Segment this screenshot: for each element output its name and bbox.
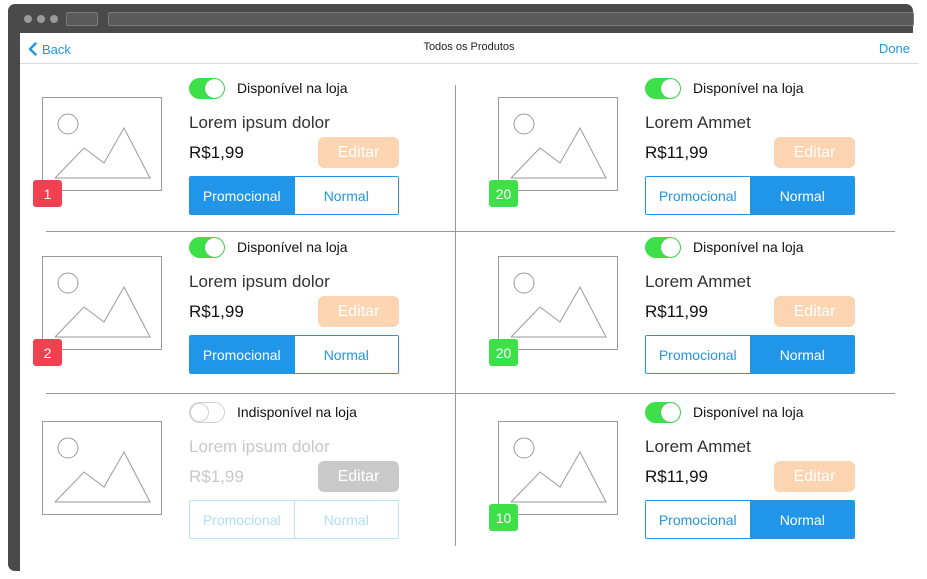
edit-button[interactable]: Editar — [774, 137, 855, 168]
stock-badge: 20 — [489, 339, 518, 366]
segment-normal[interactable]: Normal — [293, 177, 398, 214]
done-button[interactable]: Done — [879, 41, 910, 56]
product-price: R$1,99 — [189, 467, 244, 486]
toggle-switch[interactable] — [645, 401, 681, 423]
segment-normal[interactable]: Normal — [749, 501, 854, 538]
toggle-knob — [661, 402, 680, 422]
image-placeholder-icon — [42, 256, 162, 350]
toggle-knob — [190, 402, 209, 422]
edit-button[interactable]: Editar — [318, 296, 399, 327]
segment-promocional[interactable]: Promocional — [190, 501, 294, 538]
availability-toggle[interactable]: Disponível na loja — [189, 77, 348, 99]
toggle-switch[interactable] — [645, 77, 681, 99]
column-divider — [455, 85, 456, 546]
toggle-switch[interactable] — [189, 77, 225, 99]
price-type-segmented-control: Promocional Normal — [189, 335, 399, 374]
image-placeholder-icon — [498, 256, 618, 350]
product-card-5: Indisponível na loja Lorem ipsum dolor R… — [32, 401, 452, 556]
browser-tab[interactable] — [66, 12, 98, 26]
toggle-knob — [661, 237, 680, 257]
product-card-2: 20 Disponível na loja Lorem Ammet R$11,9… — [488, 77, 908, 232]
product-price: R$1,99 — [189, 143, 244, 162]
availability-toggle[interactable]: Indisponível na loja — [189, 401, 357, 423]
edit-button[interactable]: Editar — [774, 296, 855, 327]
product-card-1: 1 Disponível na loja Lorem ipsum dolor R… — [32, 77, 452, 232]
segment-normal[interactable]: Normal — [293, 336, 398, 373]
price-type-segmented-control: Promocional Normal — [645, 176, 855, 215]
availability-label: Disponível na loja — [237, 239, 348, 255]
availability-label: Disponível na loja — [693, 239, 804, 255]
window-maximize-dot[interactable] — [50, 15, 58, 23]
availability-toggle[interactable]: Disponível na loja — [645, 236, 804, 258]
product-name: Lorem ipsum dolor — [189, 272, 330, 291]
image-placeholder-icon — [42, 97, 162, 191]
product-card-3: 2 Disponível na loja Lorem ipsum dolor R… — [32, 236, 452, 391]
edit-button[interactable]: Editar — [774, 461, 855, 492]
stock-badge: 20 — [489, 180, 518, 207]
price-type-segmented-control: Promocional Normal — [645, 500, 855, 539]
window-minimize-dot[interactable] — [37, 15, 45, 23]
segment-promocional[interactable]: Promocional — [646, 336, 750, 373]
price-type-segmented-control: Promocional Normal — [189, 176, 399, 215]
availability-toggle[interactable]: Disponível na loja — [189, 236, 348, 258]
edit-button[interactable]: Editar — [318, 461, 399, 492]
price-type-segmented-control: Promocional Normal — [645, 335, 855, 374]
toggle-switch[interactable] — [189, 236, 225, 258]
segment-normal[interactable]: Normal — [749, 177, 854, 214]
product-price: R$11,99 — [645, 143, 709, 162]
image-placeholder-icon — [42, 421, 162, 515]
availability-toggle[interactable]: Disponível na loja — [645, 77, 804, 99]
segment-promocional[interactable]: Promocional — [646, 177, 750, 214]
product-name: Lorem ipsum dolor — [189, 113, 330, 132]
product-price: R$11,99 — [645, 302, 709, 321]
product-name: Lorem ipsum dolor — [189, 437, 330, 456]
window-close-dot[interactable] — [24, 15, 32, 23]
page-title: Todos os Produtos — [423, 41, 515, 53]
toggle-switch[interactable] — [645, 236, 681, 258]
toggle-knob — [205, 237, 224, 257]
availability-toggle[interactable]: Disponível na loja — [645, 401, 804, 423]
segment-normal[interactable]: Normal — [293, 501, 398, 538]
product-card-4: 20 Disponível na loja Lorem Ammet R$11,9… — [488, 236, 908, 391]
toggle-switch[interactable] — [189, 401, 225, 423]
product-price: R$11,99 — [645, 467, 709, 486]
segment-promocional[interactable]: Promocional — [190, 177, 294, 214]
product-name: Lorem Ammet — [645, 113, 751, 132]
segment-promocional[interactable]: Promocional — [646, 501, 750, 538]
price-type-segmented-control: Promocional Normal — [189, 500, 399, 539]
image-placeholder-icon — [498, 421, 618, 515]
edit-button[interactable]: Editar — [318, 137, 399, 168]
product-card-6: 10 Disponível na loja Lorem Ammet R$11,9… — [488, 401, 908, 556]
navigation-bar: Back Todos os Produtos Done — [20, 33, 918, 64]
row-divider-2 — [46, 393, 895, 394]
image-placeholder-icon — [498, 97, 618, 191]
availability-label: Disponível na loja — [693, 80, 804, 96]
availability-label: Disponível na loja — [693, 404, 804, 420]
stock-badge: 2 — [33, 339, 62, 366]
browser-window: Back Todos os Produtos Done 1 Disponível… — [8, 4, 918, 571]
product-price: R$1,99 — [189, 302, 244, 321]
address-bar[interactable] — [108, 12, 914, 26]
availability-label: Indisponível na loja — [237, 404, 357, 420]
toggle-knob — [205, 78, 224, 98]
segment-normal[interactable]: Normal — [749, 336, 854, 373]
stock-badge: 10 — [489, 504, 518, 531]
availability-label: Disponível na loja — [237, 80, 348, 96]
segment-promocional[interactable]: Promocional — [190, 336, 294, 373]
app-screen: Back Todos os Produtos Done 1 Disponível… — [20, 33, 918, 571]
toggle-knob — [661, 78, 680, 98]
product-name: Lorem Ammet — [645, 437, 751, 456]
product-name: Lorem Ammet — [645, 272, 751, 291]
stock-badge: 1 — [33, 180, 62, 207]
